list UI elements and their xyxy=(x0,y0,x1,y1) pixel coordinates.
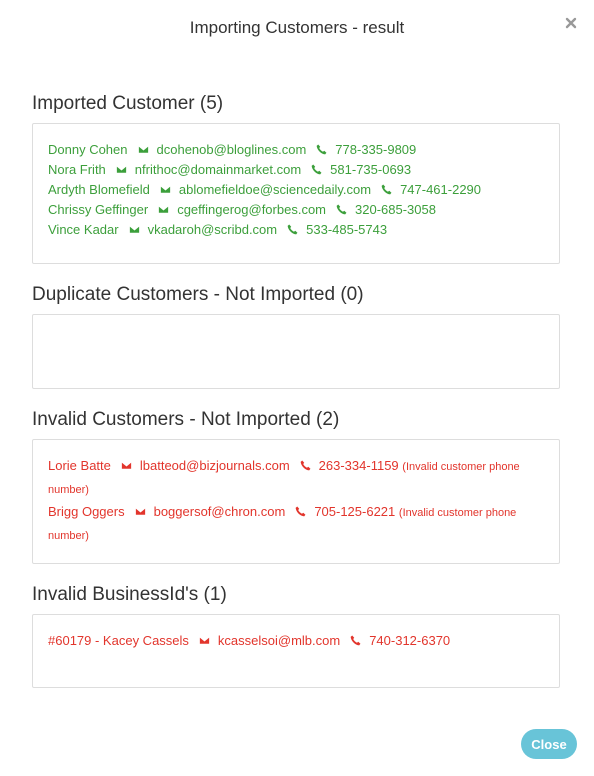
imported-rows: Donny Cohen dcohenob@bloglines.com 778-335… xyxy=(48,140,544,240)
customer-phone: 581-735-0693 xyxy=(330,162,412,177)
customer-phone: 320-685-3058 xyxy=(355,202,436,217)
invalid-list: Lorie Batte lbatteod@bizjournals.com 263-3… xyxy=(32,439,560,564)
customer-email: vkadaroh@scribd.com xyxy=(147,222,278,237)
customer-name: Nora Frith xyxy=(48,162,106,177)
customer-phone: 740-312-6370 xyxy=(369,633,451,648)
envelope-icon xyxy=(158,201,170,214)
invalid-business-list: #60179 - Kacey Cassels kcasselsoi@mlb.com… xyxy=(32,614,560,688)
invalid-section-title: Invalid Customers - Not Imported (2) xyxy=(32,409,340,430)
envelope-icon xyxy=(137,141,149,154)
envelope-icon xyxy=(128,221,140,234)
close-icon[interactable] xyxy=(564,16,578,30)
customer-email: kcasselsoi@mlb.com xyxy=(217,633,341,648)
envelope-icon xyxy=(115,161,127,174)
customer-phone: 778-335-9809 xyxy=(335,142,417,157)
phone-icon xyxy=(311,161,322,175)
list-item: Donny Cohen dcohenob@bloglines.com 778-335… xyxy=(48,140,544,160)
customer-name: Chrissy Geffinger xyxy=(48,202,149,217)
customer-email: boggersof@chron.com xyxy=(153,504,286,519)
close-button[interactable]: Close xyxy=(521,729,577,759)
imported-list: Donny Cohen dcohenob@bloglines.com 778-335… xyxy=(32,123,560,264)
customer-email: nfrithoc@domainmarket.com xyxy=(134,162,302,177)
customer-phone: 747-461-2290 xyxy=(400,182,482,197)
customer-name: Donny Cohen xyxy=(48,142,128,157)
phone-icon xyxy=(350,631,361,646)
imported-section-title: Imported Customer (5) xyxy=(32,93,224,114)
customer-name: Ardyth Blomefield xyxy=(48,182,150,197)
list-item: #60179 - Kacey Cassels kcasselsoi@mlb.com… xyxy=(48,630,544,651)
customer-name: Brigg Oggers xyxy=(48,504,125,519)
list-item: Lorie Batte lbatteod@bizjournals.com 263-3… xyxy=(48,455,539,501)
phone-icon xyxy=(287,221,298,235)
invalid-business-section-title: Invalid BusinessId's (1) xyxy=(32,584,227,605)
list-item: Chrissy Geffinger cgeffingerog@forbes.com… xyxy=(48,200,544,220)
customer-email: dcohenob@bloglines.com xyxy=(156,142,307,157)
customer-email: ablomefieldoe@sciencedaily.com xyxy=(178,182,372,197)
duplicate-list xyxy=(32,314,560,389)
list-item: Vince Kadar vkadaroh@scribd.com 533-485-57… xyxy=(48,220,544,240)
invalid-rows: Lorie Batte lbatteod@bizjournals.com 263-3… xyxy=(48,455,539,547)
customer-name: Lorie Batte xyxy=(48,458,111,473)
modal-title: Importing Customers - result xyxy=(189,18,405,37)
duplicate-section-title: Duplicate Customers - Not Imported (0) xyxy=(32,284,364,305)
customer-phone: 533-485-5743 xyxy=(306,222,388,237)
customer-email: cgeffingerog@forbes.com xyxy=(177,202,327,217)
envelope-icon xyxy=(198,631,210,645)
envelope-icon xyxy=(120,456,132,470)
list-item: Nora Frith nfrithoc@domainmarket.com 581-7… xyxy=(48,160,544,180)
phone-icon xyxy=(316,141,327,155)
customer-email: lbatteod@bizjournals.com xyxy=(139,458,290,473)
customer-name: #60179 - Kacey Cassels xyxy=(48,633,189,648)
phone-icon xyxy=(300,456,311,471)
phone-icon xyxy=(336,201,347,215)
customer-phone: 263-334-1159 xyxy=(318,458,399,473)
list-item: Ardyth Blomefield ablomefieldoe@scienceda… xyxy=(48,180,544,200)
envelope-icon xyxy=(134,502,146,516)
phone-icon xyxy=(381,181,392,195)
customer-phone: 705-125-6221 xyxy=(314,504,396,519)
list-item: Brigg Oggers boggersof@chron.com 705-125-6… xyxy=(48,501,539,547)
customer-name: Vince Kadar xyxy=(48,222,119,237)
phone-icon xyxy=(295,502,306,517)
envelope-icon xyxy=(159,181,171,194)
invalid-business-rows: #60179 - Kacey Cassels kcasselsoi@mlb.com… xyxy=(48,630,544,651)
